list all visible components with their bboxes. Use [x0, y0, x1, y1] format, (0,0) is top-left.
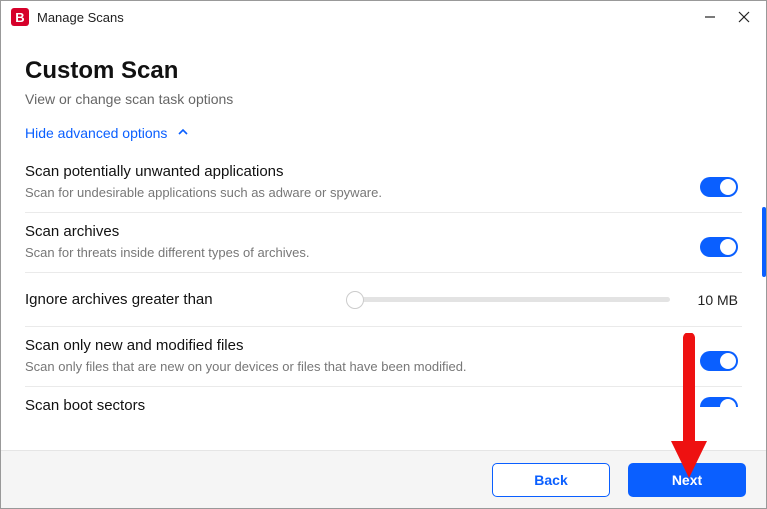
option-pua: Scan potentially unwanted applications S…	[25, 153, 742, 213]
option-text: Scan only new and modified files Scan on…	[25, 337, 700, 374]
titlebar: B Manage Scans	[1, 1, 766, 33]
slider-value: 10 MB	[688, 292, 738, 308]
option-description: Scan for threats inside different types …	[25, 245, 700, 260]
minimize-button[interactable]	[702, 9, 718, 25]
option-archives: Scan archives Scan for threats inside di…	[25, 213, 742, 273]
option-title: Scan only new and modified files	[25, 337, 700, 354]
advanced-options-label: Hide advanced options	[25, 125, 167, 141]
option-new-modified: Scan only new and modified files Scan on…	[25, 327, 742, 387]
option-text: Scan boot sectors	[25, 397, 700, 419]
next-button[interactable]: Next	[628, 463, 746, 497]
page-title: Custom Scan	[25, 57, 742, 85]
window-controls	[702, 9, 756, 25]
footer: Back Next	[1, 450, 766, 508]
option-title: Scan boot sectors	[25, 397, 700, 414]
window-title: Manage Scans	[37, 10, 702, 25]
back-button[interactable]: Back	[492, 463, 610, 497]
page-subtitle: View or change scan task options	[25, 91, 742, 107]
option-title: Scan potentially unwanted applications	[25, 163, 700, 180]
option-ignore-archives: Ignore archives greater than 10 MB	[25, 273, 742, 327]
toggle-boot-sectors[interactable]	[700, 397, 738, 407]
content-area: Custom Scan View or change scan task opt…	[1, 33, 766, 450]
option-text: Scan potentially unwanted applications S…	[25, 163, 700, 200]
scrollbar-thumb[interactable]	[762, 207, 766, 277]
slider-label: Ignore archives greater than	[25, 291, 355, 308]
toggle-new-modified[interactable]	[700, 351, 738, 371]
option-text: Scan archives Scan for threats inside di…	[25, 223, 700, 260]
option-boot-sectors: Scan boot sectors	[25, 387, 742, 419]
option-description: Scan for undesirable applications such a…	[25, 185, 700, 200]
option-title: Scan archives	[25, 223, 700, 240]
toggle-pua[interactable]	[700, 177, 738, 197]
slider-thumb[interactable]	[346, 291, 364, 309]
chevron-up-icon	[177, 125, 189, 141]
app-window: B Manage Scans Custom Scan View or chang…	[0, 0, 767, 509]
app-logo-icon: B	[11, 8, 29, 26]
archive-size-slider[interactable]	[355, 297, 670, 302]
advanced-options-toggle[interactable]: Hide advanced options	[25, 125, 742, 141]
option-description: Scan only files that are new on your dev…	[25, 359, 700, 374]
close-button[interactable]	[736, 9, 752, 25]
toggle-archives[interactable]	[700, 237, 738, 257]
